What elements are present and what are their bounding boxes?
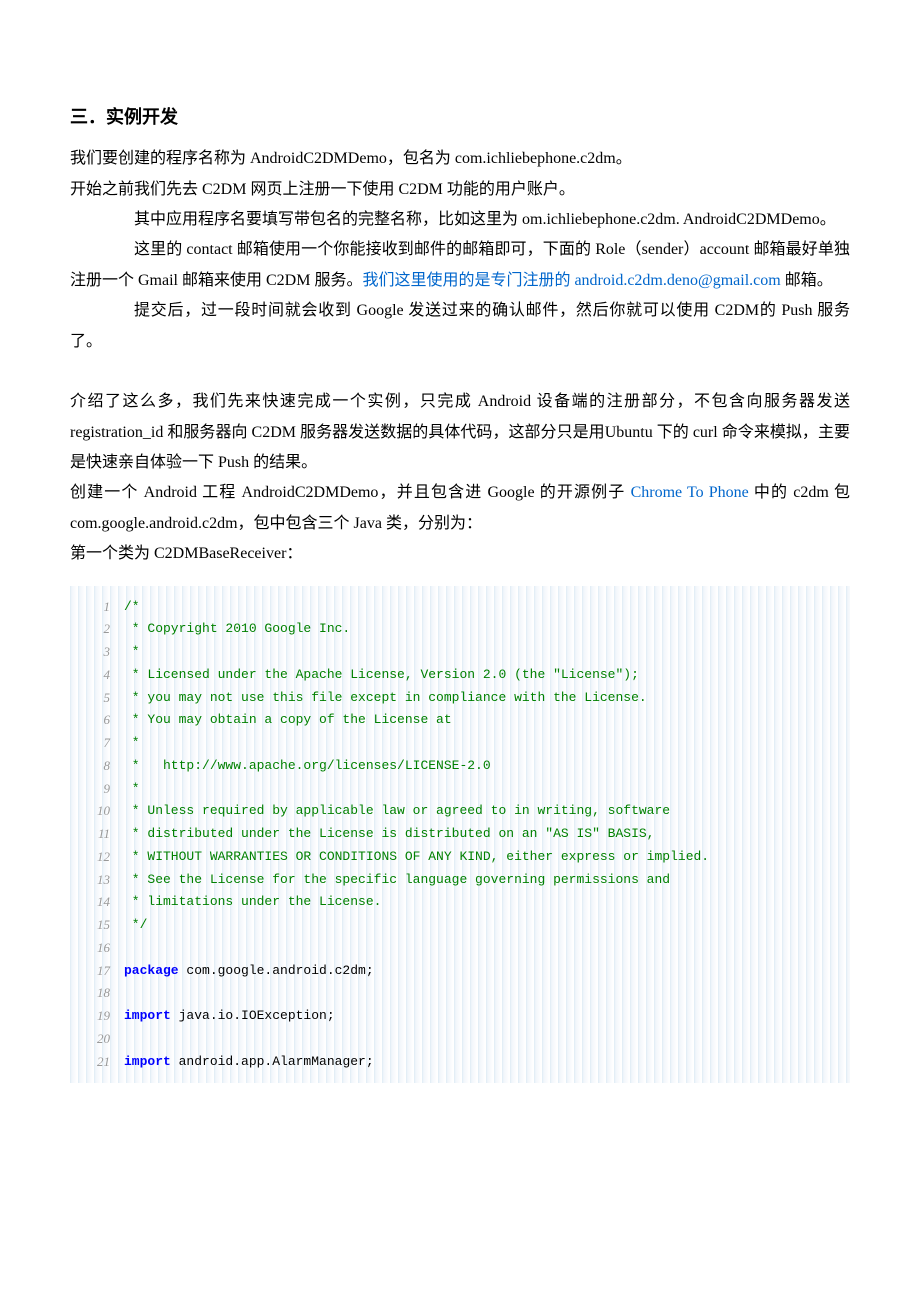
paragraph: 其中应用程序名要填写带包名的完整名称，比如这里为 om.ichliebephon… xyxy=(70,205,850,235)
code-text: * Unless required by applicable law or a… xyxy=(124,800,670,823)
code-line: 20 xyxy=(70,1028,850,1051)
line-number: 15 xyxy=(70,914,124,937)
code-line: 12 * WITHOUT WARRANTIES OR CONDITIONS OF… xyxy=(70,846,850,869)
paragraph: 介绍了这么多，我们先来快速完成一个实例，只完成 Android 设备端的注册部分… xyxy=(70,387,850,478)
section-heading: 三．实例开发 xyxy=(70,100,850,134)
line-number: 10 xyxy=(70,800,124,823)
code-text: * limitations under the License. xyxy=(124,891,381,914)
line-number: 13 xyxy=(70,869,124,892)
line-number: 2 xyxy=(70,618,124,641)
code-text: * You may obtain a copy of the License a… xyxy=(124,709,452,732)
code-line: 14 * limitations under the License. xyxy=(70,891,850,914)
line-number: 12 xyxy=(70,846,124,869)
document-page: 三．实例开发 我们要创建的程序名称为 AndroidC2DMDemo，包名为 c… xyxy=(0,0,920,1143)
code-line: 16 xyxy=(70,937,850,960)
line-number: 5 xyxy=(70,687,124,710)
code-text: */ xyxy=(124,914,147,937)
line-number: 18 xyxy=(70,982,124,1005)
code-line: 8 * http://www.apache.org/licenses/LICEN… xyxy=(70,755,850,778)
code-line: 18 xyxy=(70,982,850,1005)
code-line: 4 * Licensed under the Apache License, V… xyxy=(70,664,850,687)
prose-body: 我们要创建的程序名称为 AndroidC2DMDemo，包名为 com.ichl… xyxy=(70,144,850,569)
paragraph: 这里的 contact 邮箱使用一个你能接收到邮件的邮箱即可，下面的 Role（… xyxy=(70,235,850,296)
code-line: 15 */ xyxy=(70,914,850,937)
code-line: 13 * See the License for the specific la… xyxy=(70,869,850,892)
text: 邮箱。 xyxy=(781,272,833,289)
code-text: * you may not use this file except in co… xyxy=(124,687,647,710)
code-text: * Licensed under the Apache License, Ver… xyxy=(124,664,639,687)
paragraph: 提交后，过一段时间就会收到 Google 发送过来的确认邮件，然后你就可以使用 … xyxy=(70,296,850,357)
code-line: 10 * Unless required by applicable law o… xyxy=(70,800,850,823)
code-text: * xyxy=(124,641,140,664)
line-number: 17 xyxy=(70,960,124,983)
code-text: * distributed under the License is distr… xyxy=(124,823,655,846)
line-number: 16 xyxy=(70,937,124,960)
line-number: 4 xyxy=(70,664,124,687)
paragraph: 创建一个 Android 工程 AndroidC2DMDemo，并且包含进 Go… xyxy=(70,478,850,539)
code-text: * xyxy=(124,732,140,755)
text: 创建一个 Android 工程 AndroidC2DMDemo，并且包含进 Go… xyxy=(70,484,631,501)
code-line: 7 * xyxy=(70,732,850,755)
code-line: 2 * Copyright 2010 Google Inc. xyxy=(70,618,850,641)
line-number: 3 xyxy=(70,641,124,664)
blank-line xyxy=(70,357,850,387)
code-text: * See the License for the specific langu… xyxy=(124,869,670,892)
code-block: 1/*2 * Copyright 2010 Google Inc.3 *4 * … xyxy=(70,586,850,1084)
code-text: package com.google.android.c2dm; xyxy=(124,960,374,983)
code-line: 1/* xyxy=(70,596,850,619)
chrome-to-phone-link[interactable]: Chrome To Phone xyxy=(631,484,749,501)
line-number: 9 xyxy=(70,778,124,801)
code-line: 6 * You may obtain a copy of the License… xyxy=(70,709,850,732)
code-line: 21import android.app.AlarmManager; xyxy=(70,1051,850,1074)
email-link[interactable]: 我们这里使用的是专门注册的 android.c2dm.deno@gmail.co… xyxy=(362,272,780,289)
line-number: 6 xyxy=(70,709,124,732)
code-line: 19import java.io.IOException; xyxy=(70,1005,850,1028)
code-text: * Copyright 2010 Google Inc. xyxy=(124,618,350,641)
code-text: * xyxy=(124,778,140,801)
line-number: 19 xyxy=(70,1005,124,1028)
code-line: 3 * xyxy=(70,641,850,664)
code-line: 11 * distributed under the License is di… xyxy=(70,823,850,846)
line-number: 20 xyxy=(70,1028,124,1051)
code-text: import java.io.IOException; xyxy=(124,1005,335,1028)
paragraph: 开始之前我们先去 C2DM 网页上注册一下使用 C2DM 功能的用户账户。 xyxy=(70,175,850,205)
line-number: 14 xyxy=(70,891,124,914)
line-number: 1 xyxy=(70,596,124,619)
code-text: * http://www.apache.org/licenses/LICENSE… xyxy=(124,755,491,778)
line-number: 7 xyxy=(70,732,124,755)
code-text: import android.app.AlarmManager; xyxy=(124,1051,374,1074)
code-line: 5 * you may not use this file except in … xyxy=(70,687,850,710)
code-line: 9 * xyxy=(70,778,850,801)
code-text: /* xyxy=(124,596,140,619)
code-text: * WITHOUT WARRANTIES OR CONDITIONS OF AN… xyxy=(124,846,709,869)
line-number: 8 xyxy=(70,755,124,778)
line-number: 11 xyxy=(70,823,124,846)
paragraph: 我们要创建的程序名称为 AndroidC2DMDemo，包名为 com.ichl… xyxy=(70,144,850,174)
paragraph: 第一个类为 C2DMBaseReceiver： xyxy=(70,539,850,569)
line-number: 21 xyxy=(70,1051,124,1074)
code-line: 17package com.google.android.c2dm; xyxy=(70,960,850,983)
